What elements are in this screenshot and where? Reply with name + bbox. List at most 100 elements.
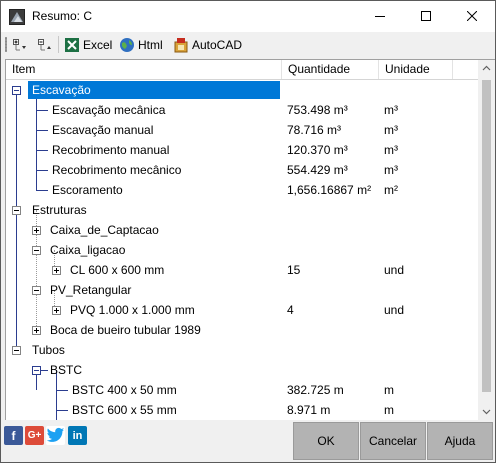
ok-button[interactable]: OK	[293, 422, 359, 460]
collapse-toggle[interactable]	[12, 206, 21, 215]
minimize-button[interactable]	[357, 1, 403, 32]
vertical-scrollbar[interactable]	[478, 60, 495, 420]
expand-toggle[interactable]	[52, 306, 61, 315]
row-label: PVQ 1.000 x 1.000 mm	[70, 303, 195, 317]
row-label: PV_Retangular	[50, 283, 132, 297]
row-label: Estruturas	[32, 203, 87, 217]
row-label: Recobrimento manual	[52, 143, 170, 157]
twitter-button[interactable]	[46, 426, 65, 445]
cancel-label: Cancelar	[368, 434, 418, 448]
toolbar: Excel Html AutoCAD	[1, 32, 495, 57]
row-unit: m	[384, 383, 394, 397]
resumo-dialog: Resumo: C Excel Html AutoCAD Item Quanti…	[0, 0, 496, 463]
collapse-toggle[interactable]	[12, 346, 21, 355]
row-quantity: 15	[287, 263, 301, 277]
tree-row[interactable]: Escavação manual 78.716 m³ m³	[6, 120, 478, 140]
collapse-tree-icon	[38, 38, 51, 50]
row-label: BSTC	[50, 363, 83, 377]
row-unit: m³	[384, 123, 398, 137]
row-label: Boca de bueiro tubular 1989	[50, 323, 201, 337]
tree-row[interactable]: Recobrimento manual 120.370 m³ m³	[6, 140, 478, 160]
column-header-quantity[interactable]: Quantidade	[282, 60, 379, 79]
summary-tree[interactable]: Item Quantidade Unidade Escavação Escava…	[5, 59, 495, 421]
collapse-toggle[interactable]	[12, 86, 21, 95]
tree-header: Item Quantidade Unidade	[6, 60, 486, 80]
row-quantity: 1,656.16867 m²	[287, 183, 372, 197]
expand-toggle[interactable]	[52, 266, 61, 275]
row-quantity: 120.370 m³	[287, 143, 348, 157]
tree-row[interactable]: Escavação	[6, 80, 478, 100]
expand-tree-icon	[13, 38, 26, 50]
collapse-toggle[interactable]	[32, 286, 41, 295]
row-unit: und	[384, 263, 405, 277]
app-icon	[9, 9, 25, 25]
column-header-unit[interactable]: Unidade	[379, 60, 453, 79]
googleplus-icon: G+	[27, 430, 42, 441]
export-html-button[interactable]: Html	[119, 35, 163, 54]
row-unit: m²	[384, 183, 398, 197]
maximize-button[interactable]	[403, 1, 449, 32]
tree-row[interactable]: Estruturas	[6, 200, 478, 220]
expand-toggle[interactable]	[32, 326, 41, 335]
window-title: Resumo: C	[32, 9, 93, 23]
row-quantity: 382.725 m	[287, 383, 344, 397]
row-label: Escavação mecânica	[52, 103, 166, 117]
row-quantity: 8.971 m	[287, 403, 331, 417]
help-button[interactable]: Ajuda	[427, 422, 493, 460]
row-label: CL 600 x 600 mm	[70, 263, 165, 277]
tree-row[interactable]: Escavação mecânica 753.498 m³ m³	[6, 100, 478, 120]
tree-row[interactable]: BSTC 400 x 50 mm 382.725 m m	[6, 380, 478, 400]
linkedin-icon: in	[72, 429, 83, 442]
html-label: Html	[138, 37, 163, 52]
row-label: Escavação manual	[52, 123, 154, 137]
minimize-icon	[375, 16, 385, 17]
tree-row[interactable]: BSTC	[6, 360, 478, 380]
tree-row[interactable]: Caixa_de_Captacao	[6, 220, 478, 240]
export-excel-button[interactable]: Excel	[64, 35, 112, 54]
row-label: Escavação	[32, 83, 91, 97]
expand-all-button[interactable]	[13, 35, 30, 54]
facebook-button[interactable]: f	[4, 426, 23, 445]
row-label: Caixa_de_Captacao	[50, 223, 159, 237]
row-label: Tubos	[32, 343, 65, 357]
row-unit: und	[384, 303, 405, 317]
cancel-button[interactable]: Cancelar	[360, 422, 426, 460]
excel-label: Excel	[83, 37, 113, 52]
tree-row[interactable]: Recobrimento mecânico 554.429 m³ m³	[6, 160, 478, 180]
toolbar-grip[interactable]	[5, 37, 7, 52]
row-unit: m	[384, 403, 394, 417]
expand-toggle[interactable]	[32, 226, 41, 235]
title-bar: Resumo: C	[1, 1, 495, 32]
collapse-all-button[interactable]	[38, 35, 55, 54]
tree-row[interactable]: CL 600 x 600 mm 15 und	[6, 260, 478, 280]
tree-row[interactable]: BSTC 600 x 55 mm 8.971 m m	[6, 400, 478, 420]
collapse-toggle[interactable]	[32, 366, 41, 375]
ok-label: OK	[317, 434, 335, 448]
scroll-down-button[interactable]	[478, 403, 495, 420]
maximize-icon	[421, 11, 431, 21]
row-quantity: 554.429 m³	[287, 163, 348, 177]
linkedin-button[interactable]: in	[68, 426, 87, 445]
collapse-toggle[interactable]	[32, 246, 41, 255]
scroll-thumb[interactable]	[482, 80, 491, 392]
tree-row[interactable]: Boca de bueiro tubular 1989	[6, 320, 478, 340]
facebook-icon: f	[11, 428, 16, 443]
export-autocad-button[interactable]: AutoCAD	[173, 35, 242, 54]
row-label: BSTC 400 x 50 mm	[72, 383, 177, 397]
excel-icon	[65, 37, 79, 52]
googleplus-button[interactable]: G+	[25, 426, 44, 445]
chevron-up-icon	[482, 65, 491, 71]
toolbar-separator	[58, 36, 59, 53]
chevron-down-icon	[482, 409, 491, 415]
twitter-icon	[46, 427, 65, 442]
tree-row[interactable]: Escoramento 1,656.16867 m² m²	[6, 180, 478, 200]
column-header-item[interactable]: Item	[6, 60, 282, 79]
tree-row[interactable]: PV_Retangular	[6, 280, 478, 300]
close-button[interactable]	[449, 1, 495, 32]
row-unit: m³	[384, 103, 398, 117]
tree-row[interactable]: PVQ 1.000 x 1.000 mm 4 und	[6, 300, 478, 320]
row-label: Escoramento	[52, 183, 123, 197]
tree-row[interactable]: Caixa_ligacao	[6, 240, 478, 260]
scroll-up-button[interactable]	[478, 60, 495, 77]
tree-row[interactable]: Tubos	[6, 340, 478, 360]
